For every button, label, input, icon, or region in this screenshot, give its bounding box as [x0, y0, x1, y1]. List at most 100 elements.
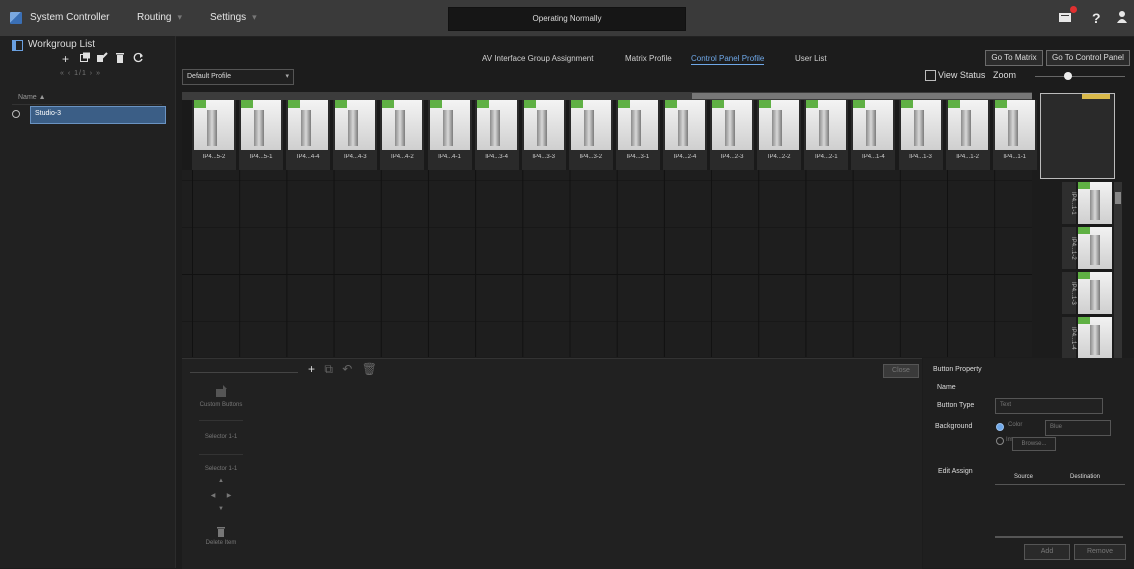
device-icon: [442, 110, 453, 146]
side-module[interactable]: IP4...1-4: [1062, 317, 1114, 359]
tab-user-list[interactable]: User List: [795, 54, 827, 63]
side-module-label: IP4...1-3: [1062, 272, 1076, 314]
vertical-scrollbar[interactable]: [1114, 182, 1122, 358]
side-module-label: IP4...1-2: [1062, 227, 1076, 269]
arrow-up-icon[interactable]: ▲: [195, 478, 247, 484]
zoom-slider[interactable]: [1035, 76, 1125, 77]
device-icon: [254, 110, 265, 146]
selector-item[interactable]: Selector 1-1: [195, 466, 247, 472]
menu-settings[interactable]: Settings ▾: [210, 12, 257, 23]
add-button[interactable]: Add: [1024, 544, 1070, 560]
remove-button[interactable]: Remove: [1074, 544, 1126, 560]
panel-module[interactable]: IP4...3-4: [474, 100, 519, 170]
source-column-header: Source: [1014, 474, 1034, 480]
status-box: Operating Normally: [448, 7, 686, 31]
notification-icon[interactable]: [1058, 10, 1072, 27]
delete-icon[interactable]: 🗑: [362, 362, 377, 376]
custom-buttons-label[interactable]: Custom Buttons: [195, 402, 247, 408]
panel-module[interactable]: IP4...2-2: [757, 100, 802, 170]
add-icon[interactable]: +: [62, 52, 69, 66]
menu-routing[interactable]: Routing ▾: [137, 12, 182, 23]
panel-module[interactable]: IP4...1-2: [945, 100, 990, 170]
side-module[interactable]: IP4...1-1: [1062, 182, 1114, 224]
user-icon[interactable]: [1116, 10, 1128, 27]
side-module-label: IP4...1-4: [1062, 317, 1076, 359]
module-status-tag: [382, 100, 395, 108]
panel-module[interactable]: IP4...2-4: [663, 100, 707, 170]
list-item[interactable]: Studio-3: [30, 106, 166, 124]
go-to-control-panel-button[interactable]: Go To Control Panel: [1046, 50, 1130, 66]
arrow-right-icon[interactable]: ▶: [203, 492, 255, 499]
add-icon[interactable]: +: [308, 362, 315, 376]
close-button[interactable]: Close: [883, 364, 919, 378]
zoom-slider-handle[interactable]: [1064, 72, 1072, 80]
panel-module[interactable]: IP4...4-4: [286, 100, 331, 170]
undo-icon[interactable]: ↶: [342, 362, 352, 376]
pager[interactable]: « ‹ 1/1 › »: [60, 70, 101, 77]
delete-item-label[interactable]: Delete Item: [195, 540, 247, 546]
panel-module[interactable]: IP4...3-1: [615, 100, 660, 170]
device-icon: [960, 110, 971, 146]
expand-radio[interactable]: [12, 110, 20, 118]
tab-matrix-profile[interactable]: Matrix Profile: [625, 54, 672, 63]
app-title[interactable]: System Controller: [30, 12, 109, 23]
module-preview[interactable]: [1040, 93, 1115, 179]
tab-av-interface-group-assignment[interactable]: AV Interface Group Assignment: [482, 54, 593, 63]
empty-grid-cells[interactable]: [182, 170, 1032, 357]
destination-column-header: Destination: [1070, 474, 1101, 480]
panel-module[interactable]: IP4...3-2: [568, 100, 613, 170]
menu-routing-label: Routing: [137, 12, 172, 23]
side-module[interactable]: IP4...1-2: [1062, 227, 1114, 269]
module-status-tag: [523, 100, 536, 108]
panel-module[interactable]: IP4...4-2: [380, 100, 425, 170]
arrow-down-icon[interactable]: ▼: [195, 506, 247, 512]
panel-module[interactable]: IP4...2-3: [710, 100, 755, 170]
profile-select[interactable]: Default Profile ▾: [182, 69, 294, 85]
browse-button[interactable]: Browse...: [1012, 437, 1056, 451]
go-to-matrix-button[interactable]: Go To Matrix: [985, 50, 1043, 66]
panel-module[interactable]: IP4...1-3: [898, 100, 943, 170]
custom-buttons-icon[interactable]: [195, 384, 247, 401]
tab-control-panel-profile[interactable]: Control Panel Profile: [691, 54, 765, 65]
panel-module[interactable]: IP4...4-1: [427, 100, 472, 170]
device-icon: [819, 110, 830, 146]
delete-icon[interactable]: [115, 52, 125, 66]
background-label: Background: [935, 423, 973, 430]
panel-module[interactable]: IP4...5-1: [239, 100, 284, 170]
button-type-select[interactable]: Text: [995, 398, 1103, 414]
panel-module[interactable]: IP4...5-2: [192, 100, 236, 170]
view-status-checkbox[interactable]: [925, 70, 936, 81]
module-status-tag: [288, 100, 301, 108]
vertical-scrollbar-thumb[interactable]: [1115, 192, 1121, 204]
panel-toggle-icon[interactable]: [12, 40, 23, 51]
copy-icon[interactable]: ⧉: [324, 362, 333, 376]
panel-module[interactable]: IP4...1-4: [851, 100, 896, 170]
view-status-label: View Status: [938, 70, 986, 80]
help-icon[interactable]: ?: [1092, 10, 1101, 26]
selector-item[interactable]: Selector 1-1: [195, 434, 247, 440]
delete-item-icon[interactable]: [195, 526, 247, 539]
assign-table-scrollbar[interactable]: [995, 536, 1123, 538]
module-status-tag: [194, 100, 206, 108]
device-icon: [1090, 235, 1100, 265]
device-icon: [348, 110, 359, 146]
refresh-icon[interactable]: [133, 52, 144, 66]
side-module-label: IP4...1-1: [1062, 182, 1076, 224]
panel-module[interactable]: IP4...1-1: [992, 100, 1037, 170]
column-header-name[interactable]: Name ▲: [18, 94, 46, 101]
module-label: IP4...2-1: [814, 154, 838, 160]
module-label: IP4...3-2: [579, 154, 603, 160]
panel-module[interactable]: IP4...3-3: [521, 100, 566, 170]
panel-module[interactable]: IP4...4-3: [333, 100, 378, 170]
edit-icon[interactable]: [97, 52, 108, 66]
palette-divider: [199, 420, 243, 421]
button-type-label: Button Type: [937, 402, 975, 409]
side-module[interactable]: IP4...1-3: [1062, 272, 1114, 314]
horizontal-scrollbar-thumb[interactable]: [692, 93, 1032, 99]
copy-icon[interactable]: [80, 52, 91, 66]
color-radio[interactable]: [996, 423, 1004, 431]
color-select[interactable]: Blue: [1045, 420, 1111, 436]
image-radio[interactable]: [996, 437, 1004, 445]
module-status-tag: [712, 100, 725, 108]
panel-module[interactable]: IP4...2-1: [804, 100, 849, 170]
